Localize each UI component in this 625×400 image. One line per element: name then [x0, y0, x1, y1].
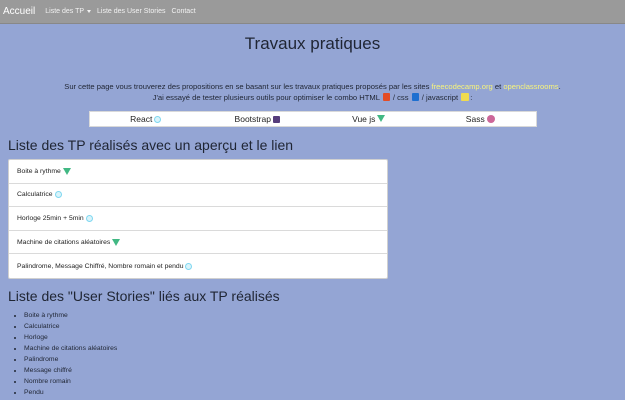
tp-item-boite-a-rythme[interactable]: Boite à rythme	[9, 160, 387, 184]
vue-icon	[112, 238, 121, 246]
navbar: Accueil Liste des TP Liste des User Stor…	[0, 0, 625, 24]
freecodecamp-link[interactable]: freecodecamp.org	[432, 82, 493, 91]
intro-js-text: / javascript	[421, 93, 459, 102]
react-icon	[54, 191, 62, 199]
nav-link-user-stories[interactable]: Liste des User Stories	[97, 8, 165, 15]
intro-line-1: Sur cette page vous trouverez des propos…	[0, 81, 625, 92]
sass-icon	[486, 115, 495, 123]
tech-bootstrap-label: Bootstrap	[234, 114, 271, 124]
vue-icon	[62, 167, 71, 175]
tp-item-label: Horloge 25min + 5min	[17, 214, 84, 222]
us-list: Boite à rythme Calculatrice Horloge Mach…	[24, 310, 117, 398]
tp-item-label: Machine de citations aléatoires	[17, 238, 111, 246]
nav-link-tp-list[interactable]: Liste des TP	[45, 8, 92, 15]
tech-react-label: React	[130, 114, 153, 124]
page-title: Travaux pratiques	[244, 34, 381, 53]
html5-icon	[382, 93, 390, 101]
intro-text: Sur cette page vous trouverez des propos…	[0, 81, 625, 103]
tp-section-title: Liste des TP réalisés avec un aperçu et …	[8, 137, 294, 153]
react-icon	[154, 116, 162, 123]
vue-icon	[377, 115, 386, 122]
intro-line2-prefix: J'ai essayé de tester plusieurs outils p…	[152, 93, 380, 102]
tech-vue-label: Vue js	[352, 114, 376, 124]
nav-link-tp-label: Liste des TP	[45, 8, 85, 15]
list-item: Message chiffré	[24, 365, 117, 376]
list-item: Pendu	[24, 387, 117, 398]
tech-react: React	[90, 114, 202, 124]
list-item: Calculatrice	[24, 321, 117, 332]
list-item: Nombre romain	[24, 376, 117, 387]
tp-item-citations[interactable]: Machine de citations aléatoires	[9, 231, 387, 255]
intro-line1-suffix: .	[558, 82, 561, 91]
tp-item-horloge[interactable]: Horloge 25min + 5min	[9, 207, 387, 231]
intro-line-2: J'ai essayé de tester plusieurs outils p…	[0, 92, 625, 103]
tech-sass: Sass	[425, 114, 537, 124]
openclassrooms-link[interactable]: openclassrooms	[503, 82, 558, 91]
react-icon	[85, 214, 93, 222]
tech-bootstrap: Bootstrap	[202, 114, 314, 124]
tp-item-label: Palindrome, Message Chiffré, Nombre roma…	[17, 262, 184, 270]
chevron-down-icon	[87, 9, 92, 13]
css3-icon	[411, 93, 419, 101]
us-section-title: Liste des "User Stories" liés aux TP réa…	[8, 288, 280, 304]
list-item: Machine de citations aléatoires	[24, 343, 117, 354]
tech-bar: React Bootstrap Vue js Sass	[89, 111, 537, 127]
intro-css-text: / css	[392, 93, 409, 102]
tp-item-label: Calculatrice	[17, 191, 53, 199]
bootstrap-icon	[272, 116, 280, 123]
tp-list: Boite à rythme Calculatrice Horloge 25mi…	[8, 159, 388, 279]
nav-link-contact[interactable]: Contact	[172, 8, 196, 15]
intro-line2-suffix: :	[470, 93, 473, 102]
react-icon	[185, 262, 193, 270]
list-item: Horloge	[24, 332, 117, 343]
nav-brand[interactable]: Accueil	[0, 6, 35, 17]
tp-item-palindrome[interactable]: Palindrome, Message Chiffré, Nombre roma…	[9, 254, 387, 278]
tech-vue: Vue js	[313, 114, 425, 124]
list-item: Palindrome	[24, 354, 117, 365]
list-item: Boite à rythme	[24, 310, 117, 321]
intro-and: et	[494, 82, 502, 91]
intro-line1-prefix: Sur cette page vous trouverez des propos…	[64, 82, 430, 91]
tech-sass-label: Sass	[465, 114, 485, 124]
javascript-icon	[461, 93, 470, 101]
tp-item-calculatrice[interactable]: Calculatrice	[9, 184, 387, 208]
tp-item-label: Boite à rythme	[17, 167, 61, 175]
